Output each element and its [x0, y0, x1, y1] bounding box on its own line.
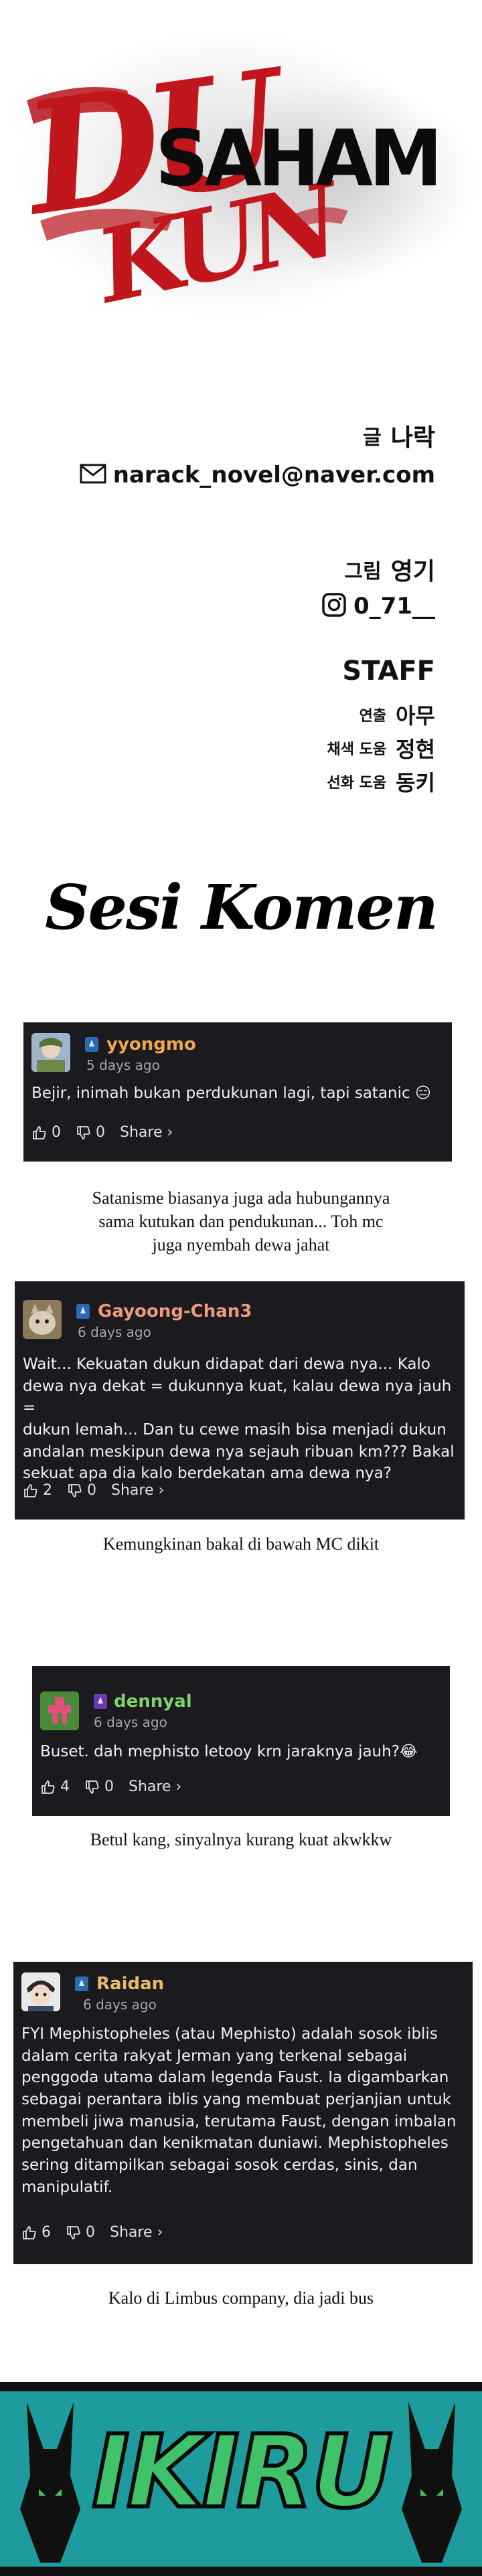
staff-row: 연출 아무	[359, 699, 435, 730]
share-button[interactable]: Share ›	[110, 2224, 163, 2241]
avatar[interactable]	[40, 1691, 79, 1730]
ikiru-banner: IKIRU	[0, 2382, 482, 2576]
dislike-count: 0	[96, 1124, 105, 1141]
email-text: narack_novel@naver.com	[112, 462, 435, 488]
rank-badge-icon	[76, 1304, 90, 1319]
like-count: 4	[60, 1778, 70, 1795]
thumbs-down-icon	[67, 2225, 80, 2239]
title-art: DU KUN SAHAM	[0, 0, 482, 361]
comment-time: 5 days ago	[86, 1057, 160, 1073]
comment-card: yyongmo 5 days ago Bejir, inimah bukan p…	[23, 1022, 452, 1162]
comment-actions: 6 0 Share ›	[21, 2224, 163, 2241]
reply-caption: Betul kang, sinyalnya kurang kuat akwkkw	[90, 1830, 392, 1849]
title-saham: SAHAM	[155, 114, 443, 204]
dislike-count: 0	[86, 2224, 95, 2241]
share-button[interactable]: Share ›	[120, 1124, 173, 1141]
reply-caption: Kalo di Limbus company, dia jadi bus	[108, 2288, 374, 2308]
comment-actions: 4 0 Share ›	[40, 1778, 181, 1795]
avatar[interactable]	[23, 1300, 62, 1339]
reply-caption: Kemungkinan bakal di bawah MC dikit	[102, 1534, 380, 1554]
comment-username[interactable]: dennyal	[114, 1691, 192, 1712]
comment-card: dennyal 6 days ago Buset. dah mephisto l…	[32, 1666, 450, 1816]
artist-label: 그림	[344, 560, 382, 583]
artist-credit: 그림 영기	[345, 552, 435, 587]
reply-caption: Satanisme biasanya juga ada hubungannya …	[92, 1188, 390, 1255]
like-button[interactable]: 6	[21, 2224, 51, 2241]
staff-row: 선화 도움 동키	[327, 766, 435, 797]
avatar[interactable]	[31, 1033, 70, 1072]
ikiru-logo: IKIRU	[90, 2414, 394, 2531]
thumbs-up-icon	[33, 1125, 46, 1139]
comment-time: 6 days ago	[83, 1997, 157, 2013]
rank-badge-icon	[94, 1694, 107, 1709]
share-button[interactable]: Share ›	[111, 1482, 164, 1499]
staff-role: 선화 도움	[327, 775, 387, 792]
dislike-button[interactable]: 0	[66, 2224, 95, 2241]
dislike-count: 0	[87, 1482, 96, 1499]
staff-role: 채색 도움	[327, 741, 387, 758]
thumbs-up-icon	[42, 1780, 55, 1794]
email-credit: narack_novel@naver.com	[80, 462, 435, 488]
thumbs-up-icon	[23, 2225, 36, 2239]
staff-heading: STAFF	[342, 656, 435, 686]
section-title: Sesi Komen	[45, 871, 438, 943]
instagram-handle: 0_71__	[353, 593, 435, 620]
comment-time: 6 days ago	[78, 1324, 151, 1340]
comment-username[interactable]: yyongmo	[106, 1034, 196, 1054]
staff-name: 정현	[396, 737, 435, 762]
banner-top-bar	[0, 2382, 482, 2391]
rank-badge-icon	[85, 1037, 98, 1052]
comment-time: 6 days ago	[94, 1714, 167, 1730]
comment-text: Buset. dah mephisto letooy krn jaraknya …	[40, 1743, 418, 1760]
avatar[interactable]	[21, 1972, 60, 2011]
like-count: 6	[42, 2224, 51, 2241]
thumbs-up-icon	[24, 1483, 37, 1497]
comment-username[interactable]: Raidan	[96, 1974, 164, 1994]
staff-title: STAFF	[342, 656, 435, 686]
thumbs-down-icon	[77, 1125, 90, 1139]
like-count: 0	[52, 1124, 61, 1141]
comment-username[interactable]: Gayoong-Chan3	[98, 1301, 252, 1321]
staff-role: 연출	[359, 708, 387, 725]
thumbs-down-icon	[68, 1483, 82, 1497]
like-button[interactable]: 2	[23, 1482, 52, 1499]
dislike-button[interactable]: 0	[76, 1124, 105, 1141]
artist-name: 영기	[390, 558, 435, 585]
staff-name: 아무	[396, 703, 435, 729]
rank-badge-icon	[75, 1976, 88, 1991]
staff-name: 동키	[396, 770, 435, 796]
writer-label: 글	[363, 426, 382, 450]
instagram-icon	[321, 592, 347, 620]
comment-text: Wait... Kekuatan dukun didapat dari dewa…	[23, 1356, 455, 1483]
instagram-credit: 0_71__	[321, 592, 435, 620]
comment-actions: 0 0 Share ›	[31, 1124, 173, 1141]
comment-card: Raidan 6 days ago FYI Mephistopheles (at…	[13, 1962, 473, 2264]
dislike-button[interactable]: 0	[67, 1482, 96, 1499]
comment-text: Bejir, inimah bukan perdukunan lagi, tap…	[31, 1085, 431, 1102]
comment-card: Gayoong-Chan3 6 days ago Wait... Kekuata…	[15, 1281, 465, 1520]
writer-credit: 글 나락	[363, 418, 435, 453]
staff-row: 채색 도움 정현	[327, 733, 435, 763]
thumbs-down-icon	[86, 1780, 99, 1794]
comment-actions: 2 0 Share ›	[23, 1482, 164, 1499]
dislike-count: 0	[104, 1778, 114, 1795]
share-button[interactable]: Share ›	[129, 1778, 181, 1795]
mail-icon	[80, 464, 106, 486]
like-button[interactable]: 0	[31, 1124, 61, 1141]
writer-name: 나락	[390, 424, 435, 452]
like-count: 2	[43, 1482, 52, 1499]
comment-text: FYI Mephistopheles (atau Mephisto) adala…	[21, 2025, 457, 2196]
dislike-button[interactable]: 0	[84, 1778, 114, 1795]
like-button[interactable]: 4	[40, 1778, 70, 1795]
